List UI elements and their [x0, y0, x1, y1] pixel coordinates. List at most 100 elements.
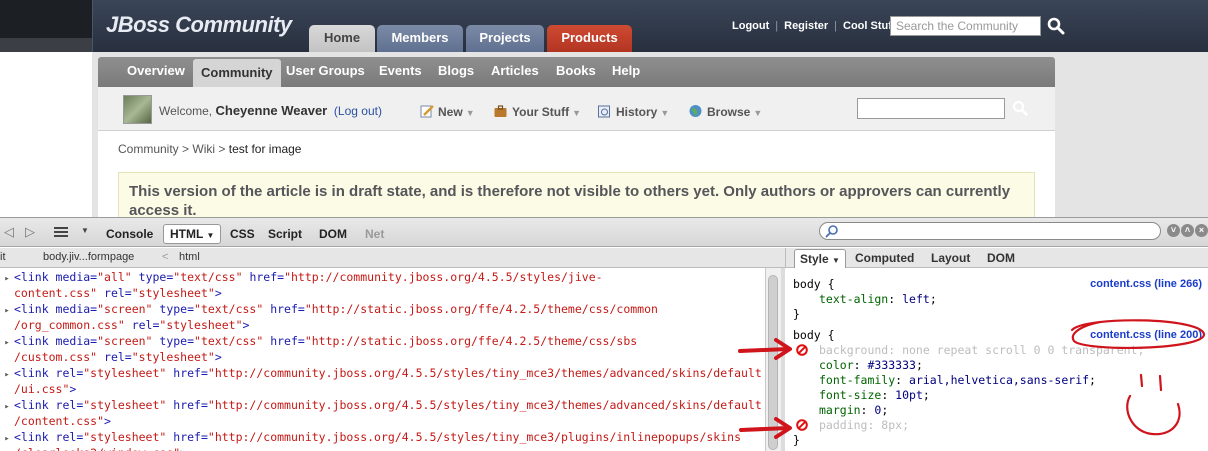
css-property[interactable]: text-align: left; [819, 292, 937, 307]
pencil-icon [420, 105, 434, 118]
subnav-blogs[interactable]: Blogs [438, 57, 474, 87]
chevron-down-icon[interactable]: ▼ [81, 226, 89, 235]
site-search-input[interactable]: Search the Community [890, 16, 1041, 36]
cool-stuff-link[interactable]: Cool Stuff [843, 20, 896, 32]
css-property[interactable]: font-size: 10pt; [819, 388, 930, 403]
subnav-books[interactable]: Books [556, 57, 596, 87]
chevron-down-icon[interactable]: ˅ [1167, 224, 1180, 237]
code-token: > [180, 446, 187, 451]
code-token: "http://community.jboss.org/4.5.5/styles… [207, 366, 762, 380]
breadcrumb-community[interactable]: Community [118, 142, 179, 156]
css-property[interactable]: margin: 0; [819, 403, 888, 418]
user-name[interactable]: Cheyenne Weaver [215, 103, 327, 118]
history-button[interactable]: History ▼ [597, 104, 669, 119]
code-token: rel= [55, 398, 84, 412]
scrollbar-thumb[interactable] [768, 275, 778, 450]
chevron-down-icon: ▼ [206, 231, 215, 240]
css-property-disabled[interactable]: background: none repeat scroll 0 0 trans… [819, 343, 1144, 358]
css-selector[interactable]: body { [793, 277, 835, 292]
chevron-down-icon: ▼ [465, 108, 475, 118]
tab-dom[interactable]: DOM [319, 227, 347, 241]
breadcrumb-separator: > [182, 142, 190, 156]
subnav-user-groups[interactable]: User Groups [286, 57, 365, 87]
css-property[interactable]: font-family: arial,helvetica,sans-serif; [819, 373, 1096, 388]
back-arrow-icon[interactable]: ◁ [4, 224, 14, 240]
disabled-property-icon[interactable] [796, 344, 808, 356]
css-token: text-align [819, 292, 889, 306]
html-breadcrumb-bar: it body.jiv...formpage < html [0, 248, 785, 268]
html-source-line[interactable]: /ui.css"> [0, 381, 76, 397]
code-token: href= [166, 398, 208, 412]
html-source-line[interactable]: /org_common.css" rel="stylesheet"> [0, 317, 249, 333]
crumb-html[interactable]: html [179, 251, 200, 263]
css-token: padding: 8px; [819, 418, 910, 432]
html-source-line[interactable]: /clearlooks2/window.css"> [0, 445, 187, 451]
css-selector[interactable]: body { [793, 328, 835, 343]
tab-dom-side[interactable]: DOM [987, 251, 1015, 265]
crumb-body[interactable]: body.jiv...formpage [43, 251, 134, 263]
css-style-pane[interactable]: body { content.css (line 266) text-align: … [785, 268, 1208, 451]
community-search-input[interactable] [857, 98, 1005, 119]
disabled-property-icon[interactable] [796, 419, 808, 431]
code-token: /org_common.css" [14, 318, 125, 332]
tab-products[interactable]: Products [547, 25, 632, 52]
search-icon[interactable] [1047, 17, 1065, 35]
menu-icon[interactable] [54, 227, 68, 237]
new-button[interactable]: New ▼ [420, 104, 475, 119]
chevron-up-icon[interactable]: ˄ [1181, 224, 1194, 237]
search-icon[interactable] [1012, 100, 1028, 116]
tab-projects[interactable]: Projects [466, 25, 544, 52]
site-logo[interactable]: JBoss Community [106, 12, 292, 38]
tab-script[interactable]: Script [268, 227, 302, 241]
firebug-search-input[interactable] [819, 222, 1161, 240]
subnav-overview[interactable]: Overview [127, 57, 185, 87]
css-source-link[interactable]: content.css (line 200) [1090, 328, 1202, 343]
tab-style[interactable]: Style ▼ [794, 249, 846, 269]
css-closing-brace[interactable]: } [793, 433, 800, 448]
code-token: rel= [97, 350, 132, 364]
code-token: "http://static.jboss.org/ffe/4.2.5/theme… [304, 302, 658, 316]
code-token: "stylesheet" [83, 430, 167, 444]
code-token: "all" [97, 270, 132, 284]
css-source-link[interactable]: content.css (line 266) [1090, 277, 1202, 292]
subnav-events[interactable]: Events [379, 57, 422, 87]
avatar[interactable] [123, 95, 152, 124]
chevron-down-icon: ▼ [753, 108, 763, 118]
welcome-prefix: Welcome, [159, 104, 213, 118]
tab-members[interactable]: Members [377, 25, 463, 52]
css-token: : [888, 292, 903, 306]
html-source-line[interactable]: /content.css"> [0, 413, 111, 429]
tab-computed[interactable]: Computed [855, 251, 914, 265]
forward-arrow-icon[interactable]: ▷ [25, 224, 35, 240]
html-source-line[interactable]: ▸ <link rel="stylesheet" href="http://com… [0, 397, 762, 415]
css-property-disabled[interactable]: padding: 8px; [819, 418, 909, 433]
tab-css[interactable]: CSS [230, 227, 255, 241]
tab-layout[interactable]: Layout [931, 251, 970, 265]
crumb-separator: < [162, 251, 169, 263]
tab-net[interactable]: Net [365, 227, 384, 241]
your-stuff-button[interactable]: Your Stuff ▼ [493, 104, 581, 119]
code-token: content.css" [14, 286, 98, 300]
subnav-help[interactable]: Help [612, 57, 640, 87]
css-token: 10pt [895, 388, 923, 402]
subnav-community[interactable]: Community [193, 59, 281, 87]
close-icon[interactable]: × [1195, 224, 1208, 237]
html-source-line[interactable]: /custom.css" rel="stylesheet"> [0, 349, 222, 365]
register-link[interactable]: Register [784, 20, 828, 32]
breadcrumb-wiki[interactable]: Wiki [192, 142, 215, 156]
tab-console[interactable]: Console [106, 227, 153, 241]
subnav-articles[interactable]: Articles [491, 57, 539, 87]
html-source-line[interactable]: content.css" rel="stylesheet"> [0, 285, 222, 301]
browse-button[interactable]: Browse ▼ [688, 104, 762, 119]
css-closing-brace[interactable]: } [793, 307, 800, 322]
tab-html[interactable]: HTML ▼ [163, 224, 222, 244]
crumb-it[interactable]: it [0, 251, 6, 263]
code-token: /ui.css" [14, 382, 70, 396]
html-source-pane[interactable]: ▸ <link media="all" type="text/css" href=… [0, 268, 765, 451]
html-source-line[interactable]: ▸ <link rel="stylesheet" href="http://com… [0, 365, 762, 383]
css-token: : [895, 373, 910, 387]
logout-link-small[interactable]: (Log out) [334, 104, 382, 118]
tab-home[interactable]: Home [309, 25, 375, 52]
css-property[interactable]: color: #333333; [819, 358, 923, 373]
logout-link[interactable]: Logout [732, 20, 769, 32]
